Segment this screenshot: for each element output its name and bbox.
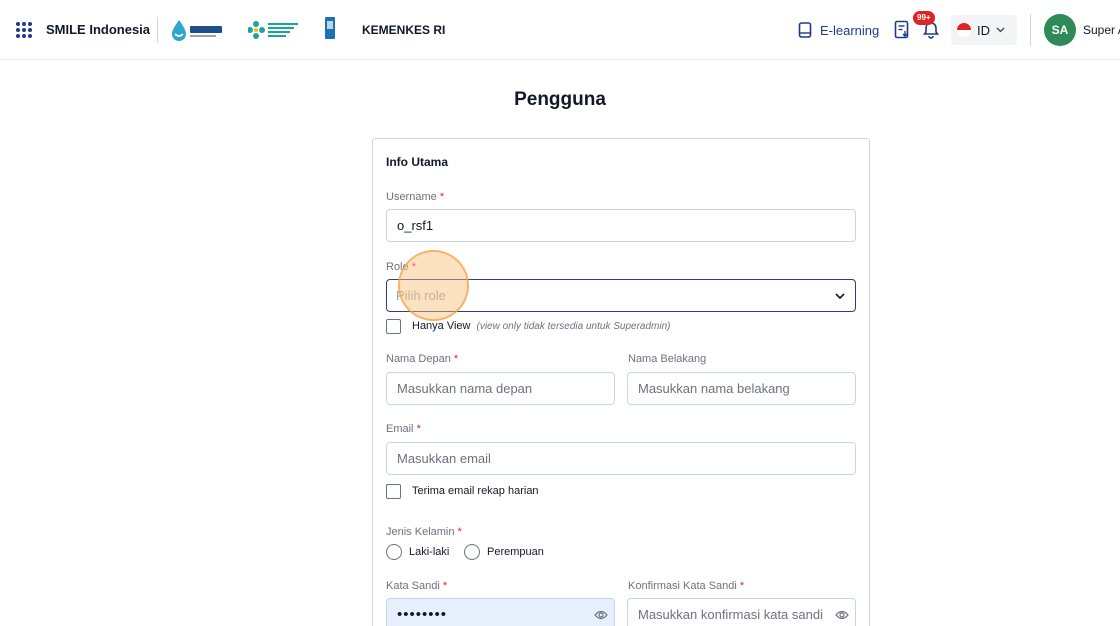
undp-logo	[325, 17, 335, 39]
password-input[interactable]: ••••••••	[386, 598, 615, 626]
view-only-note: (view only tidak tersedia untuk Superadm…	[476, 321, 671, 332]
apps-grid-icon[interactable]	[16, 22, 32, 38]
indonesia-flag-icon	[957, 23, 971, 37]
language-label: ID	[977, 22, 990, 38]
first-name-label: Nama Depan *	[386, 353, 459, 365]
user-name[interactable]: Super A	[1083, 23, 1120, 37]
app-name: SMILE Indonesia	[46, 22, 151, 37]
report-download-icon[interactable]	[894, 20, 910, 40]
header-divider	[157, 17, 158, 43]
password-value: ••••••••	[397, 606, 448, 623]
username-input[interactable]	[386, 209, 856, 242]
smile-logo	[172, 20, 222, 41]
org-name: KEMENKES RI	[362, 23, 446, 37]
gender-radio-female[interactable]	[464, 544, 480, 560]
avatar[interactable]: SA	[1044, 14, 1076, 46]
password-label: Kata Sandi *	[386, 580, 448, 592]
confirm-password-input[interactable]: Masukkan konfirmasi kata sandi	[627, 598, 856, 626]
daily-recap-checkbox[interactable]	[386, 484, 401, 499]
role-select[interactable]: Pilih role	[386, 279, 856, 312]
notification-badge: 99+	[913, 11, 935, 25]
confirm-password-placeholder: Masukkan konfirmasi kata sandi	[638, 607, 823, 622]
email-label: Email *	[386, 423, 421, 435]
page-title: Pengguna	[514, 89, 606, 110]
eye-icon[interactable]	[594, 609, 608, 621]
eye-icon[interactable]	[835, 609, 849, 621]
elearning-link[interactable]: E-learning	[798, 20, 879, 40]
role-placeholder: Pilih role	[396, 288, 446, 303]
role-label: Role *	[386, 261, 416, 273]
language-selector[interactable]: ID	[951, 15, 1017, 45]
view-only-label: Hanya View (view only tidak tersedia untu…	[412, 320, 671, 332]
last-name-label: Nama Belakang	[628, 353, 707, 365]
gender-male-label: Laki-laki	[409, 546, 450, 558]
book-icon	[798, 22, 812, 38]
gender-label: Jenis Kelamin *	[386, 526, 462, 538]
gender-female-label: Perempuan	[487, 546, 544, 558]
top-header: SMILE Indonesia KEMENKES RI E-learning 9…	[0, 0, 1120, 60]
email-input[interactable]	[386, 442, 856, 475]
gender-radio-male[interactable]	[386, 544, 402, 560]
view-only-checkbox[interactable]	[386, 319, 401, 334]
confirm-password-label: Konfirmasi Kata Sandi *	[628, 580, 745, 592]
last-name-input[interactable]	[627, 372, 856, 405]
section-title: Info Utama	[386, 155, 449, 169]
header-divider	[1030, 14, 1031, 46]
username-label: Username *	[386, 191, 445, 203]
kemenkes-logo	[248, 21, 298, 39]
elearning-label: E-learning	[820, 22, 880, 38]
first-name-input[interactable]	[386, 372, 615, 405]
chevron-down-icon	[996, 27, 1005, 33]
chevron-down-icon	[835, 293, 845, 300]
daily-recap-label: Terima email rekap harian	[412, 485, 539, 497]
